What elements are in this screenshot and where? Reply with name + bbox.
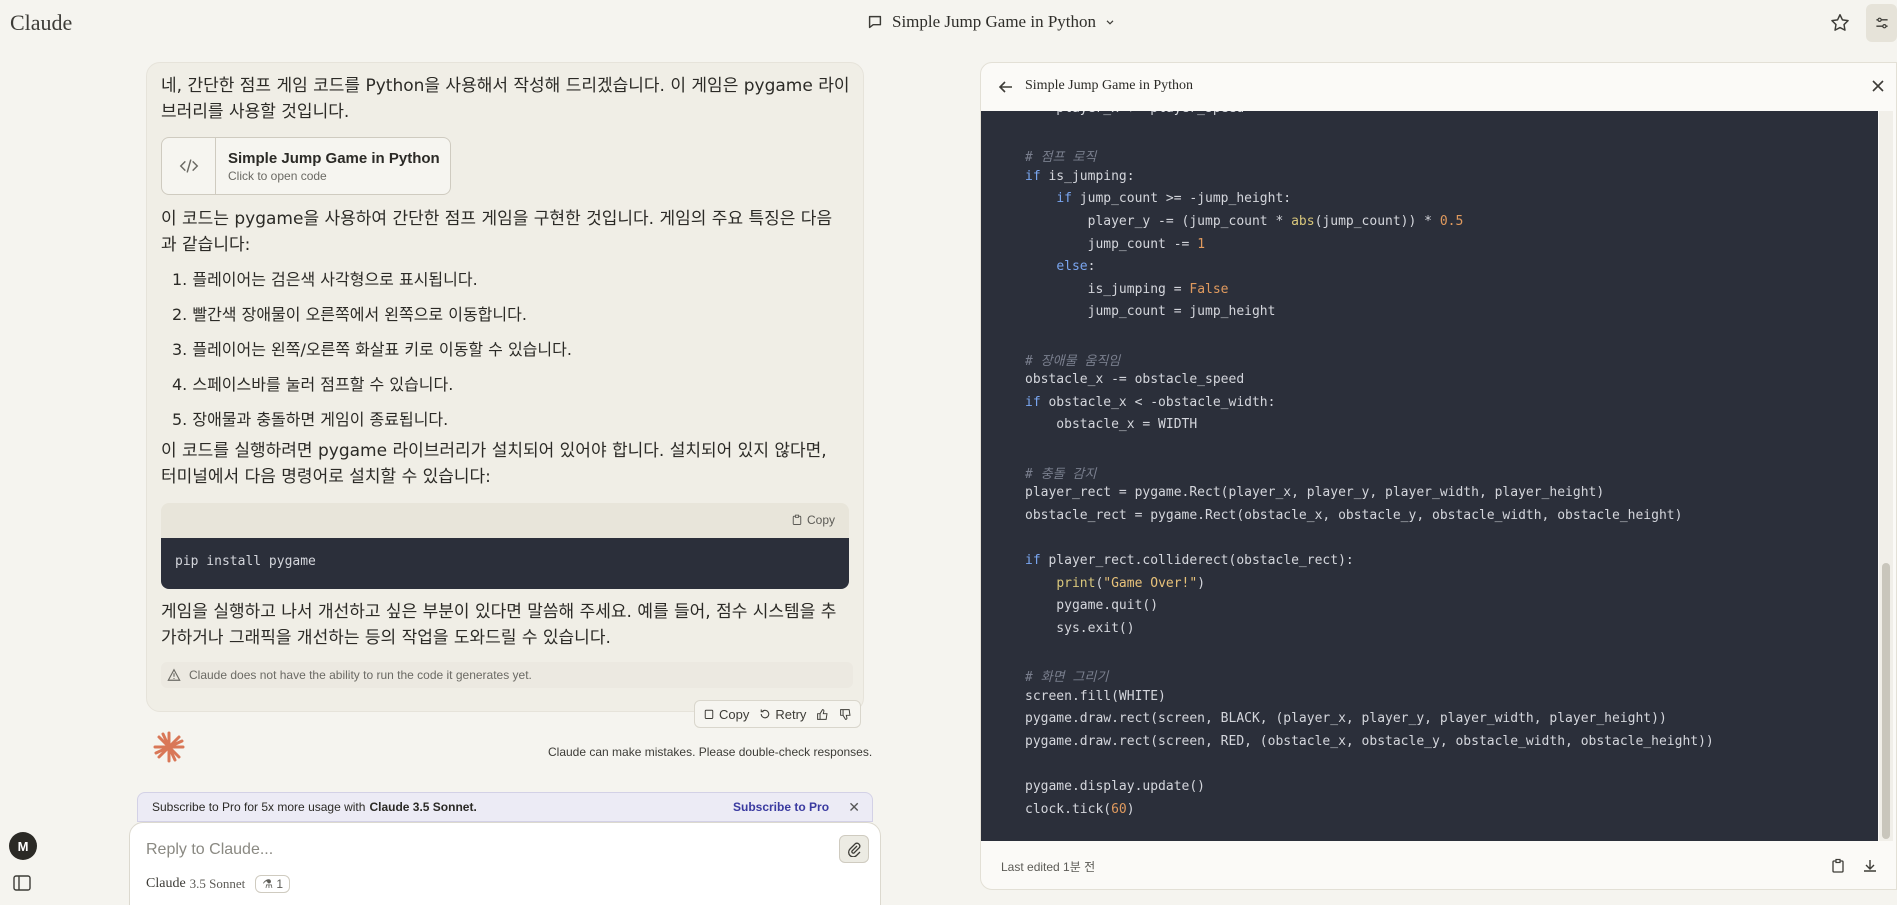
chat-icon: [868, 15, 882, 29]
reply-box: Reply to Claude... Claude 3.5 Sonnet ⚗ 1: [129, 822, 881, 905]
settings-toggle-button[interactable]: [1866, 4, 1897, 42]
code-line: jump_count -= 1: [1025, 236, 1206, 252]
list-item: 2. 빨간색 장애물이 오른쪽에서 왼쪽으로 이동합니다.: [172, 305, 527, 324]
panel-title: Simple Jump Game in Python: [1025, 78, 1193, 93]
message-actions: Copy Retry: [694, 700, 862, 728]
code-line: pygame.draw.rect(screen, RED, (obstacle_…: [1025, 733, 1714, 749]
back-arrow-icon[interactable]: [997, 78, 1015, 96]
model-version: 3.5 Sonnet: [189, 876, 246, 891]
code-line: screen.fill(WHITE): [1025, 688, 1166, 704]
code-line: print("Game Over!"): [1056, 575, 1206, 591]
code-viewer[interactable]: player_x += player_speed # 점프 로직 if is_jum…: [981, 111, 1878, 841]
panel-header: Simple Jump Game in Python: [981, 63, 1896, 111]
code-line: player_rect = pygame.Rect(player_x, play…: [1025, 485, 1605, 501]
attach-button[interactable]: [839, 835, 869, 863]
artifact-panel: Simple Jump Game in Python player_x += p…: [980, 62, 1897, 890]
thumbs-up-icon[interactable]: [816, 708, 829, 721]
promo-model: Claude 3.5 Sonnet.: [369, 800, 477, 814]
chevron-down-icon: [1106, 20, 1114, 25]
warning-icon: [167, 668, 181, 681]
code-line: # 충돌 감지: [1025, 466, 1097, 482]
paperclip-icon: [848, 842, 861, 857]
reply-input[interactable]: Reply to Claude...: [146, 841, 273, 859]
code-line: pygame.quit(): [1025, 598, 1159, 614]
style-badge[interactable]: ⚗ 1: [255, 875, 291, 893]
subscribe-link[interactable]: Subscribe to Pro: [733, 800, 829, 814]
code-line: player_x += player_speed: [1025, 111, 1244, 116]
code-line: sys.exit(): [1025, 620, 1135, 636]
code-line: is_jumping = False: [1025, 281, 1229, 297]
code-line: obstacle_rect = pygame.Rect(obstacle_x, …: [1025, 507, 1683, 523]
list-item: 5. 장애물과 충돌하면 게임이 종료됩니다.: [172, 410, 449, 429]
conversation-title[interactable]: Simple Jump Game in Python: [866, 12, 1116, 32]
code-line: obstacle_x -= obstacle_speed: [1025, 372, 1245, 388]
code-line: pygame.draw.rect(screen, BLACK, (player_…: [1025, 711, 1667, 727]
code-exec-warning: Claude does not have the ability to run …: [161, 662, 853, 688]
claude-spark-icon: [153, 731, 185, 763]
list-item: 1. 플레이어는 검은색 사각형으로 표시됩니다.: [172, 270, 478, 289]
clipboard-icon: [704, 709, 714, 719]
copy-button[interactable]: Copy: [703, 707, 749, 722]
code-line: clock.tick(60): [1025, 801, 1135, 817]
code-line: if jump_count >= -jump_height:: [1056, 191, 1292, 207]
code-copy-button[interactable]: Copy: [791, 513, 835, 527]
code-line: # 점프 로직: [1025, 150, 1097, 166]
last-edited: Last edited 1분 전: [1001, 860, 1096, 874]
feature-list: 1. 플레이어는 검은색 사각형으로 표시됩니다. 2. 빨간색 장애물이 오른…: [172, 262, 572, 437]
close-icon[interactable]: [1870, 78, 1886, 94]
subscribe-banner: Subscribe to Pro for 5x more usage with …: [137, 792, 873, 822]
thumbs-down-icon[interactable]: [839, 708, 852, 721]
code-line: player_y -= (jump_count * abs(jump_count…: [1025, 214, 1464, 229]
code-line: else:: [1056, 259, 1096, 275]
disclaimer: Claude can make mistakes. Please double-…: [548, 745, 873, 759]
code-icon: [162, 138, 216, 194]
sliders-icon: [1875, 17, 1888, 29]
code-line: if is_jumping:: [1025, 168, 1135, 184]
code-line: obstacle_x = WIDTH: [1025, 417, 1198, 433]
code-line: if player_rect.colliderect(obstacle_rect…: [1025, 553, 1354, 568]
avatar[interactable]: M: [9, 832, 37, 860]
star-icon[interactable]: [1829, 12, 1851, 34]
clipboard-icon[interactable]: [1830, 858, 1846, 874]
code-block-header: Copy: [161, 503, 849, 539]
sidebar-toggle-icon[interactable]: [13, 875, 31, 891]
install-command: pip install pygame: [161, 538, 849, 589]
install-note: 이 코드를 실행하려면 pygame 라이브러리가 설치되어 있어야 합니다. …: [161, 441, 827, 487]
scrollbar-thumb[interactable]: [1882, 563, 1890, 839]
close-icon[interactable]: ✕: [848, 799, 860, 816]
message-intro: 네, 간단한 점프 게임 코드를 Python을 사용해서 작성해 드리겠습니다…: [161, 76, 850, 122]
code-line: if obstacle_x < -obstacle_width:: [1025, 394, 1276, 410]
code-line: pygame.display.update(): [1025, 779, 1206, 794]
message-description: 이 코드는 pygame을 사용하여 간단한 점프 게임을 구현한 것입니다. …: [161, 209, 833, 255]
artifact-title: Simple Jump Game in Python: [228, 149, 440, 167]
list-item: 4. 스페이스바를 눌러 점프할 수 있습니다.: [172, 375, 454, 394]
message-outro: 게임을 실행하고 나서 개선하고 싶은 부분이 있다면 말씀해 주세요. 예를 …: [161, 602, 837, 648]
artifact-card[interactable]: Simple Jump Game in Python Click to open…: [161, 137, 451, 195]
list-item: 3. 플레이어는 왼쪽/오른쪽 화살표 키로 이동할 수 있습니다.: [172, 340, 572, 359]
clipboard-icon: [792, 514, 802, 525]
retry-button[interactable]: Retry: [759, 707, 806, 722]
model-name: Claude: [146, 876, 186, 891]
model-selector[interactable]: Claude 3.5 Sonnet ⚗ 1: [146, 875, 291, 893]
code-line: # 화면 그리기: [1025, 670, 1109, 685]
download-icon[interactable]: [1862, 858, 1878, 874]
retry-icon: [761, 709, 770, 719]
panel-footer: Last edited 1분 전: [981, 843, 1896, 891]
conversation-title-text: Simple Jump Game in Python: [892, 12, 1096, 31]
artifact-subtitle: Click to open code: [228, 168, 327, 183]
code-line: # 장애물 움직임: [1025, 353, 1121, 369]
promo-text: Subscribe to Pro for 5x more usage with: [152, 800, 366, 814]
code-line: jump_count = jump_height: [1025, 304, 1276, 320]
brand-logo[interactable]: Claude: [10, 10, 72, 36]
